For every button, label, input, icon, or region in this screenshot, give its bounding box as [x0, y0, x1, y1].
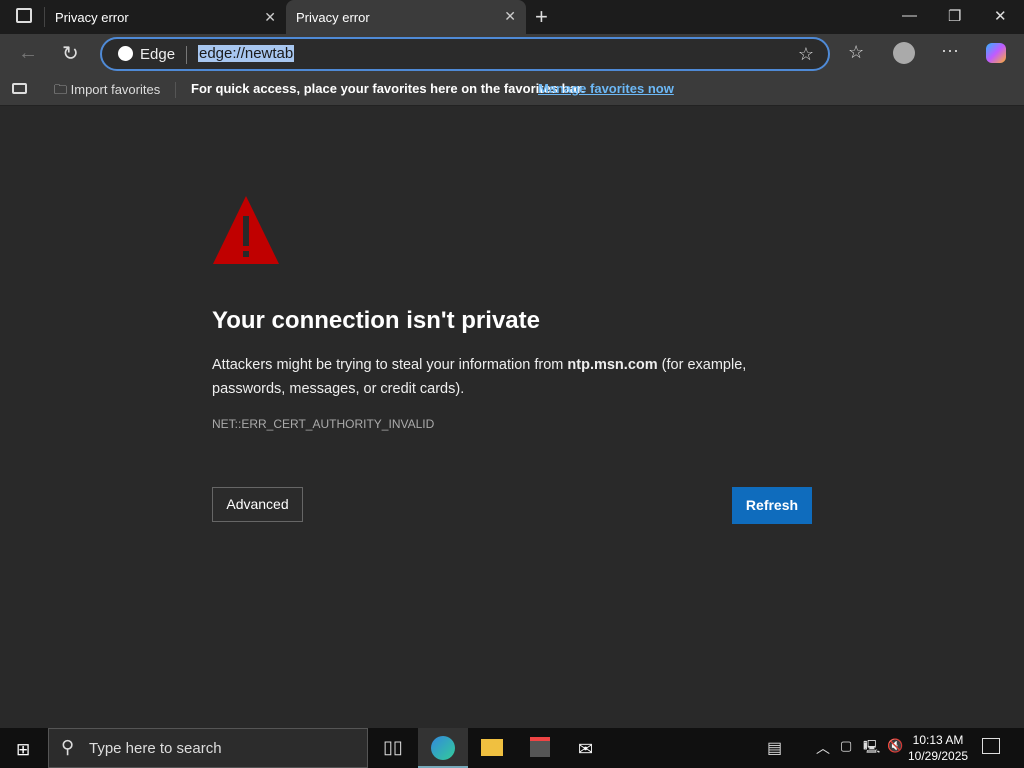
new-tab-icon[interactable]: +: [535, 4, 548, 30]
url-input[interactable]: edge://newtab: [198, 45, 295, 62]
divider: [186, 46, 187, 64]
close-tab-icon[interactable]: ✕: [504, 8, 516, 25]
import-favorites-button[interactable]: 🗀 Import favorites: [54, 81, 160, 103]
meet-now-icon[interactable]: ▢: [840, 738, 852, 754]
import-label: Import favorites: [70, 82, 161, 97]
sidebar-toggle-icon[interactable]: [12, 83, 27, 94]
error-description: Attackers might be trying to steal your …: [212, 353, 812, 401]
minimize-icon[interactable]: —: [902, 7, 917, 24]
tab-privacy-error-1[interactable]: Privacy error ✕: [44, 7, 286, 27]
volume-muted-icon[interactable]: 🔇: [887, 738, 903, 754]
task-view-icon[interactable]: ▯▯: [383, 737, 403, 758]
mail-icon[interactable]: ✉: [578, 739, 593, 760]
tab-title: Privacy error: [55, 10, 129, 25]
search-icon: ⚲: [61, 737, 75, 757]
site-label: Edge: [140, 46, 176, 63]
store-icon[interactable]: [530, 737, 550, 757]
tab-actions-icon[interactable]: [16, 8, 32, 23]
more-icon[interactable]: ···: [941, 40, 959, 61]
time: 10:13 AM: [912, 733, 964, 747]
desc-text: Attackers might be trying to steal your …: [212, 357, 568, 373]
divider: [175, 82, 176, 98]
favorites-hint: For quick access, place your favorites h…: [191, 81, 585, 96]
news-icon[interactable]: ▤: [767, 738, 782, 758]
tab-bar: Privacy error ✕ Privacy error ✕ + — ❐ ✕: [0, 0, 1024, 34]
refresh-icon[interactable]: ↻: [62, 41, 79, 66]
date: 10/29/2025: [908, 749, 969, 763]
toolbar: ← ↻ Edge edge://newtab ☆ ☆ ···: [0, 34, 1024, 74]
notifications-icon[interactable]: [982, 738, 1000, 754]
tab-title: Privacy error: [296, 10, 370, 25]
network-icon[interactable]: 🖳: [863, 738, 880, 760]
tab-privacy-error-2[interactable]: Privacy error ✕: [286, 0, 526, 34]
edge-logo-icon: [118, 46, 133, 61]
profile-avatar[interactable]: [893, 42, 915, 64]
close-tab-icon[interactable]: ✕: [264, 9, 276, 26]
advanced-button[interactable]: Advanced: [212, 487, 303, 522]
folder-import-icon: 🗀: [54, 82, 71, 97]
address-bar[interactable]: Edge edge://newtab ☆: [100, 37, 830, 71]
copilot-icon[interactable]: [986, 43, 1006, 63]
close-window-icon[interactable]: ✕: [994, 7, 1007, 25]
taskbar: ⊞ ⚲ Type here to search ▯▯ ✉ ▤ ︿ ▢ 🖳 🔇 10…: [0, 728, 1024, 768]
warning-icon: [213, 196, 279, 264]
favorite-star-icon[interactable]: ☆: [798, 44, 814, 65]
search-placeholder: Type here to search: [89, 740, 222, 757]
taskbar-search[interactable]: ⚲ Type here to search: [48, 728, 368, 768]
file-explorer-icon[interactable]: [481, 739, 503, 756]
error-title: Your connection isn't private: [212, 307, 540, 334]
site-info[interactable]: Edge: [118, 46, 175, 63]
edge-taskbar-icon[interactable]: [418, 728, 468, 768]
manage-favorites-link[interactable]: Manage favorites now: [538, 81, 674, 96]
show-hidden-icons[interactable]: ︿: [816, 738, 830, 758]
favorites-icon[interactable]: ☆: [848, 42, 864, 63]
windows-start-icon[interactable]: ⊞: [16, 740, 30, 760]
host-name: ntp.msn.com: [567, 357, 658, 373]
favorites-bar: 🗀 Import favorites For quick access, pla…: [0, 74, 1024, 106]
error-code: NET::ERR_CERT_AUTHORITY_INVALID: [212, 417, 435, 431]
clock[interactable]: 10:13 AM 10/29/2025: [908, 732, 968, 764]
refresh-button[interactable]: Refresh: [732, 487, 812, 524]
error-content: Your connection isn't private Attackers …: [212, 190, 812, 431]
back-icon[interactable]: ←: [18, 42, 38, 65]
restore-icon[interactable]: ❐: [948, 7, 961, 25]
